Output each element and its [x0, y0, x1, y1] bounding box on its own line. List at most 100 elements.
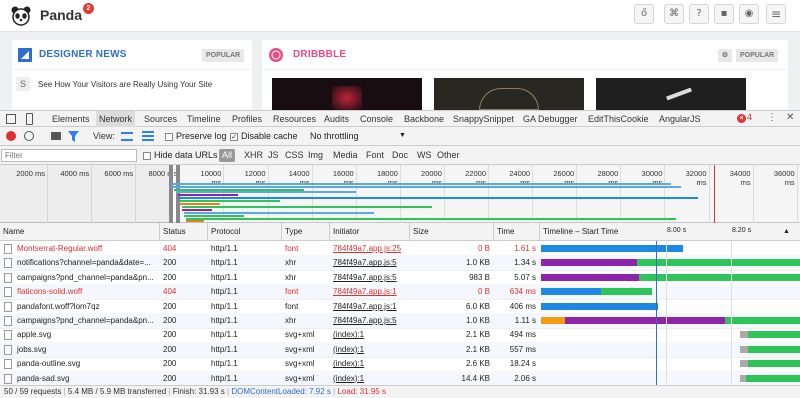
reader-icon[interactable]: ő — [634, 4, 654, 24]
tab-angularjs[interactable]: AngularJS — [656, 111, 704, 127]
filter-bar: Hide data URLs All XHR JS CSS Img Media … — [0, 146, 800, 165]
waterfall-queue-bar — [740, 360, 748, 368]
waterfall-receive-bar — [597, 302, 658, 310]
tab-elements[interactable]: Elements — [49, 111, 93, 127]
hide-data-urls-checkbox[interactable]: Hide data URLs — [143, 149, 218, 162]
popular-badge[interactable]: POPULAR — [202, 49, 245, 62]
network-status-bar: 50 / 59 requests | 5.4 MB / 5.9 MB trans… — [0, 385, 800, 398]
more-options-icon[interactable]: ⋮ — [767, 112, 777, 123]
overview-window-handle[interactable] — [169, 165, 173, 223]
filter-type-media[interactable]: Media — [330, 149, 361, 162]
column-type[interactable]: Type — [282, 223, 330, 240]
filter-input[interactable] — [1, 149, 137, 162]
eye-icon[interactable]: ◉ — [739, 4, 759, 24]
file-icon — [4, 344, 12, 355]
tab-sources[interactable]: Sources — [141, 111, 180, 127]
overview-unselected-left — [0, 165, 169, 223]
filter-type-css[interactable]: CSS — [282, 149, 307, 162]
disable-cache-checkbox[interactable]: ✓ Disable cache — [230, 131, 298, 141]
filter-icon[interactable] — [68, 131, 79, 142]
tab-ga-debugger[interactable]: GA Debugger — [520, 111, 581, 127]
tab-timeline[interactable]: Timeline — [184, 111, 224, 127]
filter-type-font[interactable]: Font — [363, 149, 387, 162]
command-icon[interactable]: ⌘ — [664, 4, 684, 24]
tab-editthiscookie[interactable]: EditThisCookie — [585, 111, 652, 127]
tab-console[interactable]: Console — [357, 111, 396, 127]
error-count[interactable]: 4 — [747, 112, 752, 122]
overview-bar — [186, 220, 204, 222]
tab-snappysnippet[interactable]: SnappySnippet — [450, 111, 517, 127]
tab-network[interactable]: Network — [96, 111, 136, 127]
waterfall-queue-bar — [740, 345, 748, 353]
card-title[interactable]: DESIGNER NEWS — [39, 49, 127, 60]
tab-audits[interactable]: Audits — [321, 111, 352, 127]
tab-resources[interactable]: Resources — [270, 111, 319, 127]
column-status[interactable]: Status — [160, 223, 208, 240]
popular-badge[interactable]: POPULAR — [736, 49, 779, 62]
device-mode-icon[interactable] — [26, 113, 33, 125]
filter-type-doc[interactable]: Doc — [389, 149, 411, 162]
card-title[interactable]: DRIBBBLE — [293, 49, 346, 60]
filter-type-ws[interactable]: WS — [414, 149, 435, 162]
tab-backbone[interactable]: Backbone — [401, 111, 447, 127]
timeline-gridline — [666, 241, 667, 385]
file-icon — [4, 287, 12, 298]
app-content: DESIGNER NEWS POPULAR S See How Your Vis… — [0, 32, 800, 110]
filter-type-img[interactable]: Img — [305, 149, 326, 162]
inspect-element-icon[interactable] — [6, 114, 16, 124]
help-icon[interactable]: ? — [689, 4, 709, 24]
timeline-gridline — [731, 241, 732, 385]
waterfall-view-icon[interactable] — [142, 131, 154, 142]
shot-thumbnail[interactable] — [434, 78, 584, 110]
clear-icon[interactable] — [24, 131, 34, 141]
sort-ascending-icon[interactable]: ▲ — [783, 223, 790, 240]
news-item-title[interactable]: See How Your Visitors are Really Using Y… — [38, 80, 212, 89]
column-timeline[interactable]: Timeline – Start Time 8.00 s 8.20 s ▲ — [540, 223, 800, 240]
waterfall-receive-bar — [541, 245, 684, 252]
close-devtools-icon[interactable]: ✕ — [786, 112, 794, 123]
overview-bar — [182, 209, 212, 211]
filter-type-xhr[interactable]: XHR — [241, 149, 266, 162]
timeline-tick-label: 8.20 s — [732, 227, 752, 234]
comment-icon[interactable]: ▪ — [714, 4, 734, 24]
file-icon — [4, 272, 12, 283]
record-icon[interactable] — [6, 131, 16, 141]
dribbble-icon — [269, 48, 283, 62]
overview-bar — [178, 194, 238, 196]
overview-bar — [180, 200, 280, 202]
waterfall-receive-bar — [541, 288, 601, 296]
waterfall-receive-bar — [746, 374, 800, 382]
column-time[interactable]: Time — [494, 223, 540, 240]
file-icon — [4, 316, 12, 326]
throttling-select[interactable]: No throttling ▼ — [306, 128, 408, 144]
network-toolbar: View: Preserve log ✓ Disable cache No thr… — [0, 127, 800, 146]
overview-bar — [178, 197, 698, 199]
load-time: Load: 31.95 s — [337, 387, 386, 396]
overview-bar — [171, 183, 671, 185]
shot-thumbnail[interactable] — [596, 78, 746, 110]
overview-bar — [182, 206, 432, 208]
waterfall-receive-bar — [597, 288, 653, 296]
waterfall-waiting-bar — [541, 259, 637, 267]
filter-type-all[interactable]: All — [219, 149, 236, 162]
preserve-log-label: Preserve log — [176, 131, 227, 141]
error-icon[interactable]: × — [737, 114, 746, 123]
large-rows-icon[interactable] — [121, 132, 133, 141]
waterfall-receive-bar — [639, 273, 800, 281]
panda-logo-icon[interactable] — [10, 6, 32, 26]
screenshot-camera-icon[interactable] — [51, 132, 61, 140]
column-protocol[interactable]: Protocol — [208, 223, 282, 240]
column-size[interactable]: Size — [410, 223, 494, 240]
filter-type-other[interactable]: Other — [434, 149, 463, 162]
preserve-log-checkbox[interactable]: Preserve log — [165, 131, 227, 141]
shot-thumbnail[interactable] — [272, 78, 422, 110]
settings-icon[interactable]: ⚙ — [718, 49, 732, 62]
filter-type-js[interactable]: JS — [265, 149, 282, 162]
notification-badge[interactable]: 2 — [83, 3, 94, 14]
menu-icon[interactable]: ≡ — [766, 4, 786, 24]
column-initiator[interactable]: Initiator — [330, 223, 410, 240]
tab-profiles[interactable]: Profiles — [229, 111, 265, 127]
column-name[interactable]: Name — [0, 223, 160, 240]
request-table-header: Name Status Protocol Type Initiator Size… — [0, 223, 800, 241]
network-overview[interactable]: 2000 ms4000 ms6000 ms8000 ms10000 ms1200… — [0, 165, 800, 223]
